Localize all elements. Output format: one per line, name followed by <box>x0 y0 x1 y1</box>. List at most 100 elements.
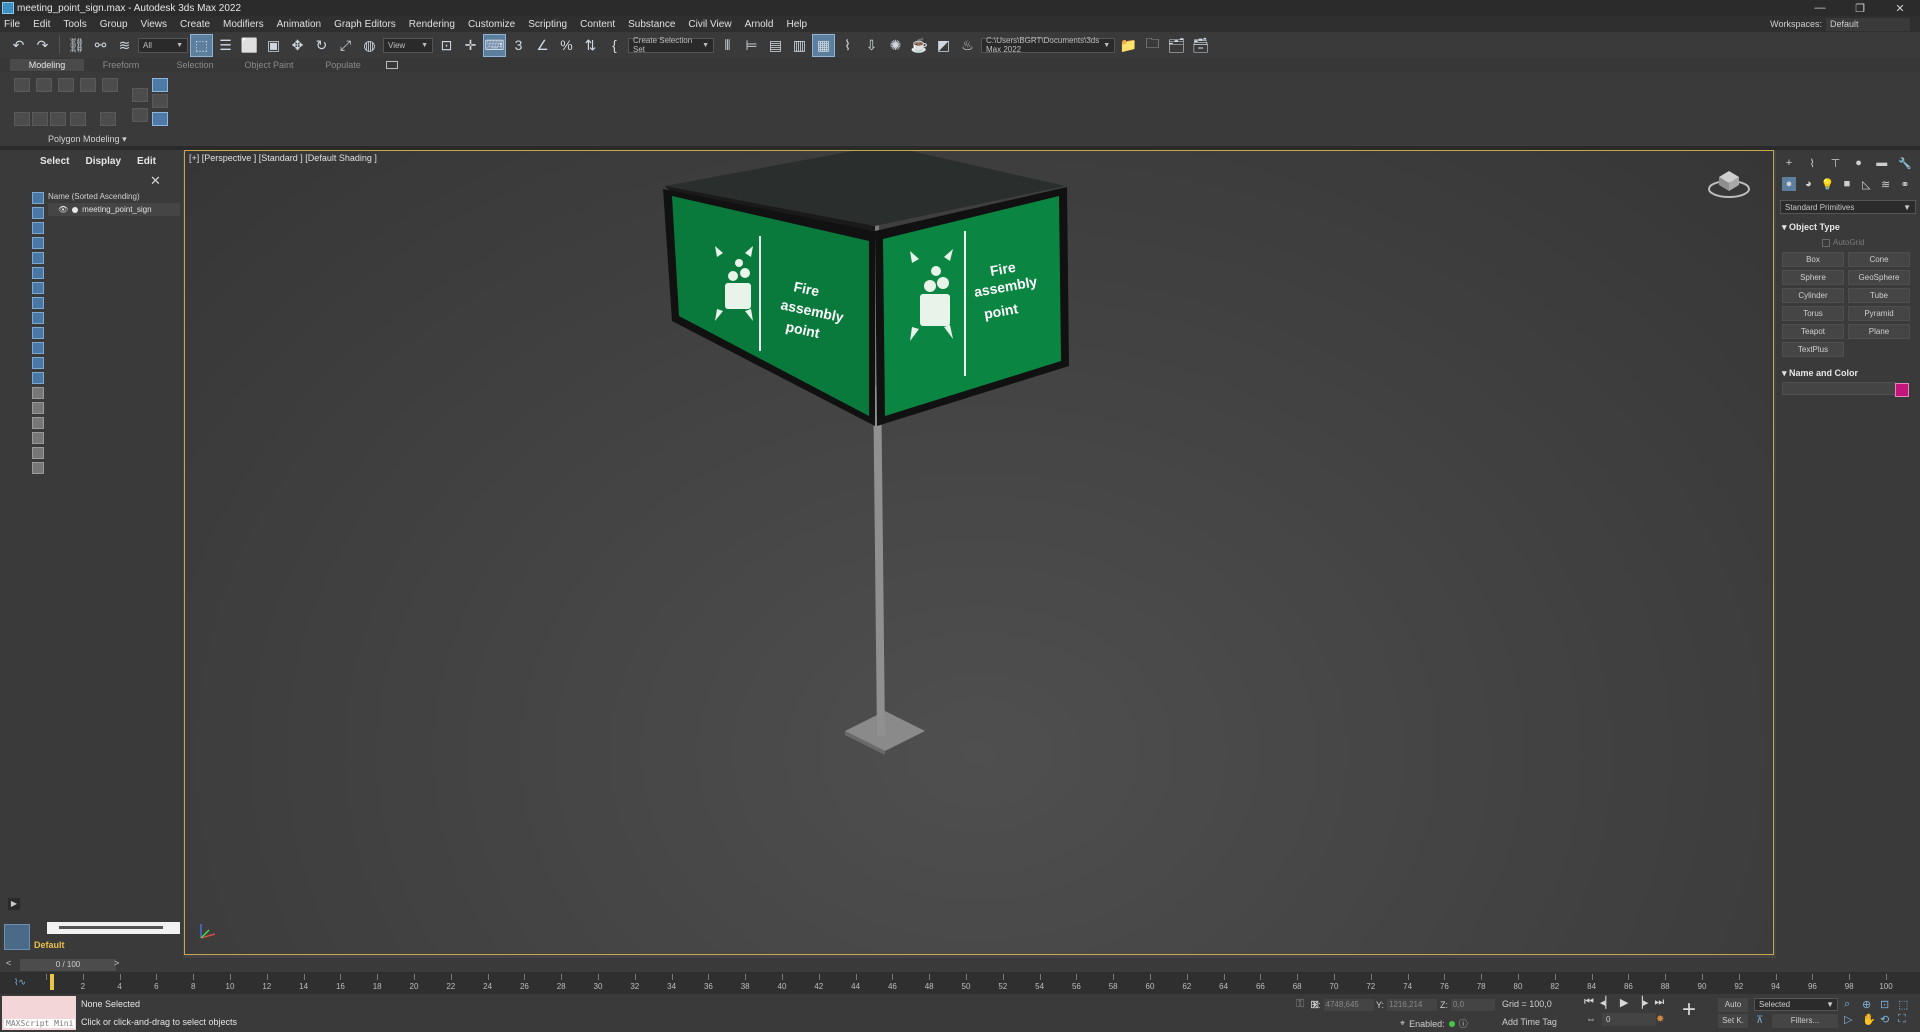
minimize-button[interactable]: — <box>1800 0 1840 16</box>
geometry-icon[interactable]: ● <box>1782 177 1796 191</box>
time-slider[interactable] <box>0 958 1920 972</box>
menu-edit[interactable]: Edit <box>33 19 50 30</box>
motion-tab-icon[interactable]: ● <box>1852 156 1866 170</box>
schematic-view-icon[interactable]: ⇩ <box>861 35 882 56</box>
spinner-snap-icon[interactable]: ⇅ <box>580 35 601 56</box>
display-space-warps-icon[interactable] <box>32 267 44 279</box>
menu-animation[interactable]: Animation <box>277 19 321 30</box>
menu-substance[interactable]: Substance <box>628 19 675 30</box>
go-to-start-icon[interactable]: ⏮ <box>1584 996 1594 1009</box>
layer-explorer-icon[interactable]: ▥ <box>789 35 810 56</box>
info-icon[interactable]: ⓘ <box>1459 1017 1468 1030</box>
move-icon[interactable]: ✥ <box>287 35 308 56</box>
maximize-viewport-icon[interactable]: ⛶ <box>1898 1013 1916 1026</box>
expand-icon[interactable]: ▶ <box>8 898 20 910</box>
object-type-rollout[interactable]: ▾ Object Type <box>1782 222 1840 233</box>
curve-editor-icon[interactable]: ⌇ <box>837 35 858 56</box>
ribbon-tool-button[interactable] <box>132 88 148 102</box>
ribbon-tool-button[interactable] <box>70 112 86 126</box>
select-object-icon[interactable]: ⬚ <box>190 33 213 57</box>
project-folder-dropdown[interactable]: C:\Users\BGRT\Documents\3ds Max 2022 ▼ <box>981 36 1115 54</box>
ribbon-tool-button[interactable] <box>14 112 30 126</box>
autogrid-checkbox[interactable]: AutoGrid <box>1822 238 1865 247</box>
menu-file[interactable]: File <box>4 19 20 30</box>
go-to-end-icon[interactable]: ⏭ <box>1654 996 1664 1009</box>
menu-scripting[interactable]: Scripting <box>528 19 567 30</box>
ribbon-minimize-icon[interactable] <box>386 61 398 69</box>
menu-group[interactable]: Group <box>100 19 128 30</box>
pivot-center-icon[interactable]: ⊡ <box>436 35 457 56</box>
app-icon[interactable] <box>2 2 14 14</box>
adaptive-degradation-icon[interactable]: ⌖ <box>1400 1018 1405 1029</box>
render-setup-icon[interactable]: ☕ <box>909 35 930 56</box>
current-layer-label[interactable]: Default <box>34 940 65 950</box>
display-children-icon[interactable] <box>32 417 44 429</box>
pyramid-button[interactable]: Pyramid <box>1848 306 1910 321</box>
project-settings-icon[interactable]: 🗃 <box>1190 35 1211 56</box>
explorer-column-header[interactable]: Name (Sorted Ascending) <box>48 190 180 203</box>
ribbon-tool-button[interactable] <box>32 112 48 126</box>
ribbon-tool-button[interactable] <box>36 78 52 92</box>
scale-icon[interactable]: ⤢ <box>335 35 356 56</box>
redo-icon[interactable]: ↷ <box>32 35 53 56</box>
object-name-input[interactable] <box>1782 382 1896 395</box>
tab-populate[interactable]: Populate <box>306 60 380 70</box>
torus-button[interactable]: Torus <box>1782 306 1844 321</box>
key-filters-button[interactable]: Filters... <box>1772 1014 1838 1028</box>
time-slider-thumb[interactable]: 0 / 100 <box>20 959 116 971</box>
perspective-viewport[interactable]: [+] [Perspective ] [Standard ] [Default … <box>184 150 1774 955</box>
menu-views[interactable]: Views <box>141 19 168 30</box>
display-xrefs-icon[interactable] <box>32 297 44 309</box>
invert-display-icon[interactable] <box>32 402 44 414</box>
modify-tab-icon[interactable]: ⌇ <box>1805 156 1819 170</box>
orbit-icon[interactable]: ⟲ <box>1880 1013 1898 1026</box>
display-bones-icon[interactable] <box>32 312 44 324</box>
tab-selection[interactable]: Selection <box>158 60 232 70</box>
space-warps-icon[interactable]: ≋ <box>1879 177 1893 191</box>
zoom-extents-all-icon[interactable]: ⬚ <box>1898 998 1916 1011</box>
named-selection-dropdown[interactable]: Create Selection Set ▼ <box>628 36 714 54</box>
y-coordinate-input[interactable]: 1216,214 <box>1387 999 1438 1011</box>
explorer-tab-select[interactable]: Select <box>40 156 69 167</box>
lock-selection-icon[interactable]: ⚿ <box>1296 998 1304 1011</box>
tube-button[interactable]: Tube <box>1848 288 1910 303</box>
mini-curve-editor-icon[interactable]: ⌇∿ <box>14 977 26 988</box>
geosphere-button[interactable]: GeoSphere <box>1848 270 1910 285</box>
viewcube-icon[interactable] <box>1707 165 1751 201</box>
track-bar[interactable]: 2 4 6 8 10 12 14 16 18 20 22 24 26 28 30 32 34 36 38 40 42 44… <box>0 972 1920 994</box>
workspace-selector[interactable]: Workspaces: Default <box>1770 16 1910 32</box>
ribbon-tool-button[interactable] <box>14 78 30 92</box>
time-tag-icon[interactable]: ✸ <box>1656 1014 1664 1025</box>
display-tab-icon[interactable]: ▬ <box>1875 156 1889 170</box>
unlink-icon[interactable]: ⚯ <box>90 35 111 56</box>
tab-modeling[interactable]: Modeling <box>10 59 84 71</box>
menu-content[interactable]: Content <box>580 19 615 30</box>
display-all-icon[interactable] <box>32 372 44 384</box>
open-project-icon[interactable]: 📁 <box>1118 35 1139 56</box>
render-production-icon[interactable]: ♨ <box>957 35 978 56</box>
layer-icon[interactable] <box>4 924 30 950</box>
filter-icon[interactable] <box>32 432 44 444</box>
display-groups-icon[interactable] <box>32 282 44 294</box>
angle-snap-icon[interactable]: ∠ <box>532 35 553 56</box>
ribbon-tool-button[interactable] <box>58 78 74 92</box>
textplus-button[interactable]: TextPlus <box>1782 342 1844 357</box>
explorer-tab-edit[interactable]: Edit <box>137 156 156 167</box>
ribbon-tool-button[interactable] <box>152 112 168 126</box>
explorer-tab-display[interactable]: Display <box>85 156 121 167</box>
enabled-status-icon[interactable] <box>1448 1020 1455 1027</box>
display-containers-icon[interactable] <box>32 327 44 339</box>
menu-civil-view[interactable]: Civil View <box>688 19 731 30</box>
ribbon-tool-button[interactable] <box>132 108 148 122</box>
menu-modifiers[interactable]: Modifiers <box>223 19 264 30</box>
tab-freeform[interactable]: Freeform <box>84 60 158 70</box>
tab-object-paint[interactable]: Object Paint <box>232 60 306 70</box>
create-tab-icon[interactable]: + <box>1782 156 1796 170</box>
close-icon[interactable]: ✕ <box>150 173 161 189</box>
systems-icon[interactable]: ⚭ <box>1898 177 1912 191</box>
display-lights-icon[interactable] <box>32 222 44 234</box>
add-time-tag[interactable]: Add Time Tag <box>1502 1017 1557 1027</box>
x-coordinate-input[interactable]: 4748,645 <box>1323 999 1374 1011</box>
maximize-button[interactable]: ❐ <box>1840 0 1880 16</box>
cylinder-button[interactable]: Cylinder <box>1782 288 1844 303</box>
